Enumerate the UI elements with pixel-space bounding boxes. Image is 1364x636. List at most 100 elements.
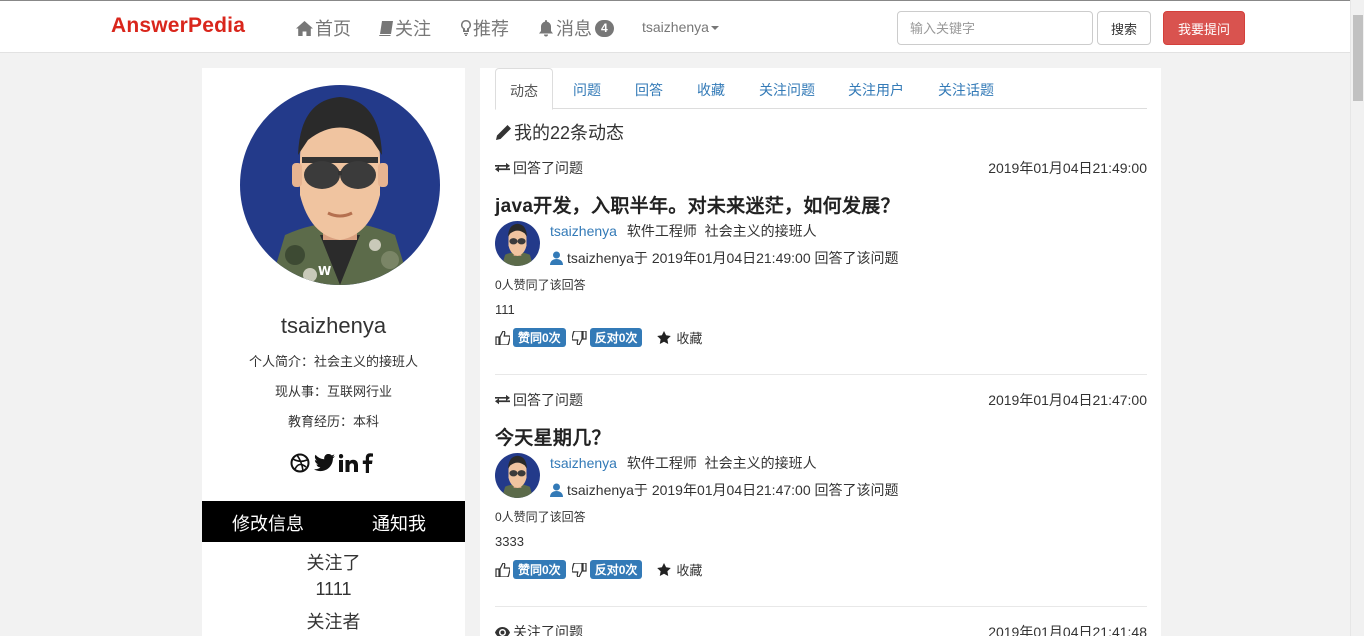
profile-avatar[interactable]: W [240,85,440,285]
author-job: 软件工程师 [626,223,697,239]
answered-line: tsaizhenya于 2019年01月04日21:47:00 回答了该问题 [550,480,899,500]
profile-card: W tsaizhenya 个人简介：社会主义的接班人 现从事：互联网行业 教育经… [202,68,465,636]
eye-icon [495,626,510,636]
social-links [290,453,373,473]
star-icon [657,331,672,344]
author-name[interactable]: tsaizhenya [550,223,617,239]
author-job: 软件工程师 [626,455,697,471]
nav-recommend-label: 推荐 [473,19,509,39]
author-avatar[interactable] [495,221,540,266]
answer-text: 3333 [495,534,524,549]
thumbs-up-icon[interactable] [495,562,510,577]
profile-username: tsaizhenya [280,313,387,338]
user-icon [550,483,563,497]
activity-type: 回答了问题 [495,158,583,178]
tab-favorites[interactable]: 收藏 [697,68,725,109]
user-icon [550,251,563,265]
nav-recommend[interactable]: 推荐 [461,15,509,41]
edit-profile-button[interactable]: 修改信息 [232,510,304,536]
question-title[interactable]: 今天星期几？ [495,423,611,450]
profile-occupation: 现从事：互联网行业 [274,384,392,399]
author-avatar[interactable] [495,453,540,498]
star-icon [657,563,672,576]
messages-count-badge: 4 [595,19,614,37]
lightbulb-icon [461,20,471,36]
profile-action-bar: 修改信息 通知我 [202,501,465,542]
tab-followed-users[interactable]: 关注用户 [848,68,904,109]
search-input[interactable] [897,11,1093,45]
bell-icon [539,19,553,36]
upvote-button[interactable]: 赞同0次 [513,560,566,579]
svg-text:W: W [318,264,331,278]
search-button[interactable]: 搜索 [1097,11,1151,45]
caret-down-icon [710,26,719,31]
answered-text: tsaizhenya于 2019年01月04日21:47:00 回答了该问题 [567,482,899,498]
thumbs-down-icon[interactable] [571,330,587,345]
activity-time: 2019年01月04日21:41:48 [988,624,1147,636]
linkedin-icon[interactable] [339,454,358,472]
downvote-button[interactable]: 反对0次 [589,328,643,347]
author-bio: 社会主义的接班人 [704,455,817,471]
nav-follow[interactable]: 关注 [379,15,431,41]
exchange-icon [495,162,510,172]
feed-title: 我的22条动态 [495,119,624,145]
favorite-label: 收藏 [676,563,703,578]
following-count[interactable]: 1111 [202,579,465,600]
author-line: tsaizhenya 软件工程师 社会主义的接班人 [550,453,817,473]
nav-home[interactable]: 首页 [296,15,351,41]
following-label: 关注了 [306,553,361,573]
tab-questions[interactable]: 问题 [573,68,601,109]
votes-summary: 0人赞同了该回答 [495,510,586,524]
feed-divider [495,374,1147,375]
followers-label: 关注者 [306,612,361,632]
favorite-button[interactable]: 收藏 [657,560,702,579]
feed-title-text: 我的22条动态 [514,123,625,143]
twitter-icon[interactable] [314,454,335,472]
tab-followed-topics[interactable]: 关注话题 [938,68,994,109]
activity-type-label: 关注了问题 [513,624,583,636]
page-scrollbar[interactable] [1350,0,1364,636]
answer-actions: 赞同0次 反对0次 收藏 [495,328,702,347]
user-dropdown-label: tsaizhenya [642,19,709,35]
downvote-button[interactable]: 反对0次 [589,560,643,579]
user-dropdown[interactable]: tsaizhenya [642,19,719,35]
home-icon [296,20,313,36]
navbar: AnswerPedia 首页 关注 推荐 消息 4 tsaizhenya 搜索 … [0,0,1350,53]
activity-panel: 动态 问题 回答 收藏 关注问题 关注用户 关注话题 我的22条动态 回答了问题… [480,68,1161,636]
tab-activity[interactable]: 动态 [495,68,553,110]
votes-summary: 0人赞同了该回答 [495,278,586,292]
activity-type-label: 回答了问题 [513,160,583,176]
dribbble-icon[interactable] [290,453,310,473]
thumbs-up-icon[interactable] [495,330,510,345]
scrollbar-thumb[interactable] [1353,15,1363,101]
nav-home-label: 首页 [315,19,351,39]
favorite-label: 收藏 [676,331,703,346]
profile-tabs: 动态 问题 回答 收藏 关注问题 关注用户 关注话题 [495,68,1147,110]
answer-actions: 赞同0次 反对0次 收藏 [495,560,702,579]
answer-text: 111 [495,302,515,317]
tab-answers[interactable]: 回答 [635,68,663,109]
upvote-button[interactable]: 赞同0次 [513,328,566,347]
activity-time: 2019年01月04日21:47:00 [988,392,1147,408]
question-title[interactable]: java开发，入职半年。对未来迷茫，如何发展？ [495,191,900,218]
ask-question-button[interactable]: 我要提问 [1163,11,1245,45]
answered-line: tsaizhenya于 2019年01月04日21:49:00 回答了该问题 [550,248,899,268]
nav-messages[interactable]: 消息 4 [538,15,614,41]
thumbs-down-icon[interactable] [571,562,587,577]
activity-type: 关注了问题 [495,622,583,636]
activity-time: 2019年01月04日21:49:00 [988,160,1147,176]
pencil-icon [496,124,511,140]
nav-messages-label: 消息 [556,19,592,39]
book-icon [379,20,393,36]
favorite-button[interactable]: 收藏 [657,328,702,347]
feed-divider [495,606,1147,607]
notify-me-button[interactable]: 通知我 [372,510,426,536]
answered-text: tsaizhenya于 2019年01月04日21:49:00 回答了该问题 [567,250,899,266]
author-bio: 社会主义的接班人 [704,223,817,239]
tab-followed-questions[interactable]: 关注问题 [759,68,815,109]
profile-education: 教育经历：本科 [287,414,379,429]
facebook-icon[interactable] [362,453,373,473]
brand-logo[interactable]: AnswerPedia [111,14,245,38]
exchange-icon [495,394,510,404]
author-name[interactable]: tsaizhenya [550,455,617,471]
